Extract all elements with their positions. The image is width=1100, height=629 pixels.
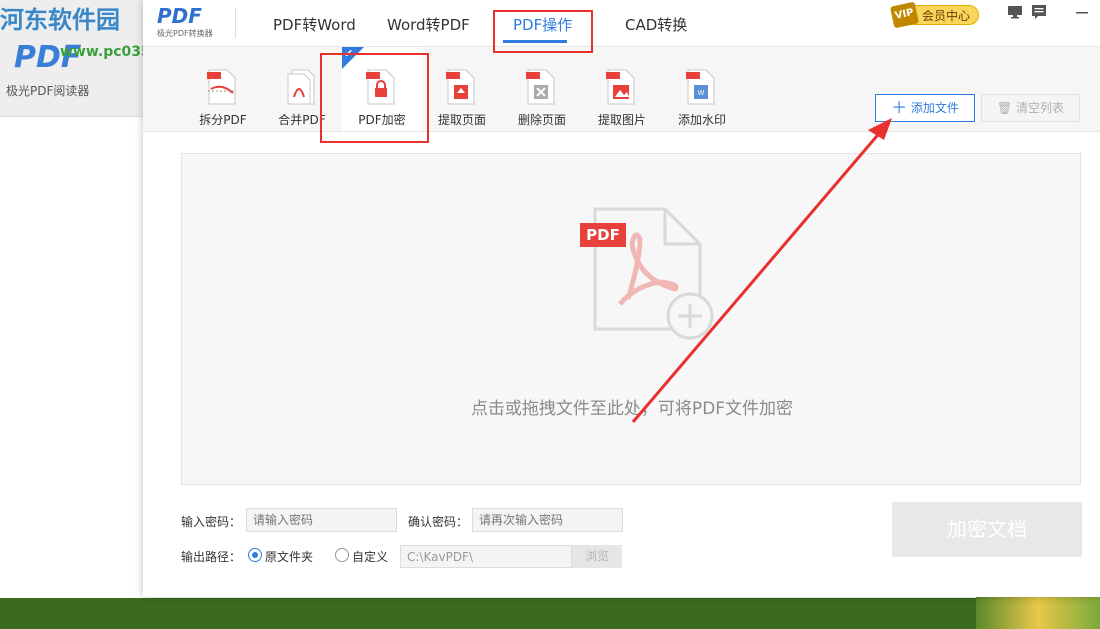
clear-list-label: 清空列表 [1016, 101, 1065, 115]
vip-badge: VIP [889, 1, 919, 29]
tool-label: 删除页面 [517, 113, 566, 127]
file-drop-zone[interactable]: PDF 点击或拖拽文件至此处，可将PDF文件加密 [181, 153, 1081, 485]
confirm-password-input[interactable] [472, 508, 623, 532]
tool-extract-image[interactable]: 提取图片 [582, 47, 662, 131]
watermark-title: 河东软件园 [0, 6, 120, 34]
add-file-button[interactable]: ＋ 添加文件 [875, 94, 975, 122]
vip-center-label: 会员中心 [921, 9, 970, 23]
tab-pdf-to-word[interactable]: PDF转Word [273, 14, 356, 35]
monitor-icon[interactable] [1007, 4, 1023, 24]
pdf-badge: PDF [580, 223, 626, 247]
radio-original-folder[interactable] [248, 548, 262, 562]
password-label: 输入密码： [181, 515, 242, 529]
browse-button[interactable]: 浏览 [572, 545, 622, 568]
tool-split-pdf[interactable]: 拆分PDF [183, 47, 263, 131]
radio-custom-path[interactable] [335, 548, 349, 562]
message-icon[interactable] [1031, 4, 1047, 24]
converter-window: PDF 极光PDF转换器 PDF转Word Word转PDF PDF操作 CAD… [143, 0, 1100, 597]
tab-word-to-pdf[interactable]: Word转PDF [387, 14, 470, 35]
tool-label: 添加水印 [677, 113, 726, 127]
merge-pdf-icon [287, 69, 315, 105]
app-logo: PDF [157, 4, 202, 28]
background-app-name: 极光PDF阅读器 [6, 84, 90, 98]
header-divider [235, 8, 236, 38]
tool-extract-page[interactable]: 提取页面 [422, 47, 502, 131]
vip-center-button[interactable]: VIP 会员中心 [889, 1, 979, 29]
extract-page-icon [446, 69, 475, 105]
custom-path-label: 自定义 [352, 550, 389, 564]
output-path-label: 输出路径： [181, 550, 242, 564]
watermark-icon: W [686, 69, 715, 105]
tool-label: 拆分PDF [199, 113, 247, 127]
tool-label: 提取页面 [437, 113, 486, 127]
password-input[interactable] [246, 508, 397, 532]
original-folder-label: 原文件夹 [265, 550, 314, 564]
extract-image-icon [606, 69, 635, 105]
tool-label: 提取图片 [597, 113, 646, 127]
split-pdf-icon [207, 69, 236, 105]
app-logo-subtitle: 极光PDF转换器 [157, 29, 213, 38]
plus-icon: ＋ [891, 98, 908, 117]
background-desktop-strip [0, 598, 980, 629]
tool-delete-page[interactable]: 删除页面 [502, 47, 582, 131]
add-file-label: 添加文件 [910, 101, 959, 115]
tool-add-watermark[interactable]: W 添加水印 [662, 47, 742, 131]
top-bar: PDF 极光PDF转换器 PDF转Word Word转PDF PDF操作 CAD… [143, 0, 1100, 47]
highlight-box-encrypt [320, 53, 429, 143]
clear-list-button[interactable]: 🗑 清空列表 [981, 94, 1080, 122]
minimize-icon[interactable] [1075, 4, 1089, 22]
output-path-field[interactable]: C:\KavPDF\ [400, 545, 572, 568]
encrypt-document-button[interactable]: 加密文档 [892, 502, 1082, 557]
highlight-box-tab [493, 10, 593, 53]
background-desktop-image [976, 596, 1100, 629]
delete-page-icon [526, 69, 555, 105]
drop-hint: 点击或拖拽文件至此处，可将PDF文件加密 [470, 399, 794, 419]
tab-cad-convert[interactable]: CAD转换 [625, 14, 687, 35]
svg-text:W: W [698, 89, 705, 97]
confirm-password-label: 确认密码： [408, 515, 469, 529]
trash-icon: 🗑 [996, 101, 1013, 115]
